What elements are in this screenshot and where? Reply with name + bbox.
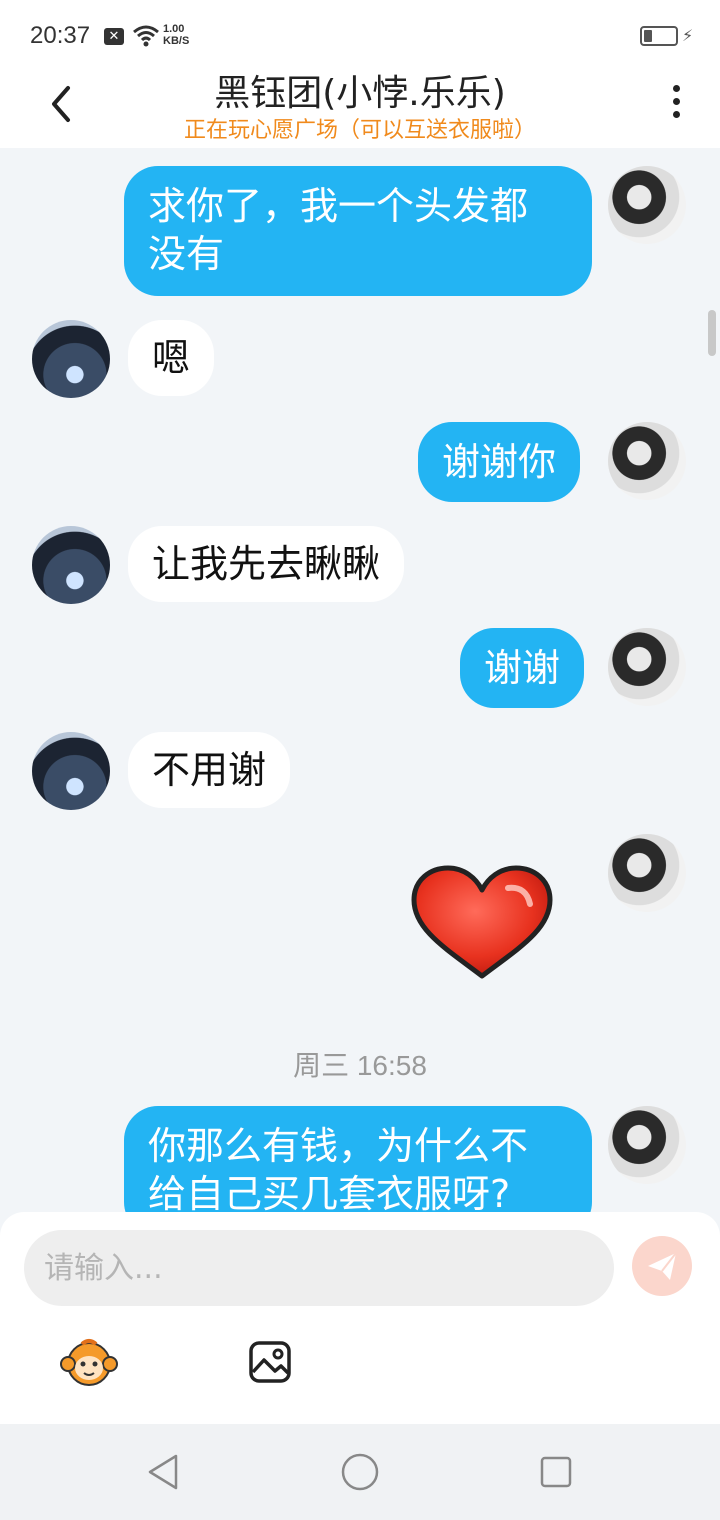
time-divider: 周三 16:58: [293, 1050, 427, 1081]
network-speed-unit: KB/S: [163, 35, 190, 47]
message-bubble[interactable]: 你那么有钱，为什么不 给自己买几套衣服呀?: [124, 1106, 592, 1214]
network-speed-value: 1.00: [163, 23, 185, 35]
message-text-line: 没有: [148, 232, 225, 276]
message-text-line: 给自己买几套衣服呀?: [148, 1172, 511, 1214]
message-bubble[interactable]: 嗯: [128, 320, 215, 396]
x-box-icon: ✕: [104, 28, 124, 45]
contact-avatar[interactable]: [32, 732, 110, 810]
self-avatar[interactable]: [608, 1106, 686, 1184]
nav-recents-icon[interactable]: [534, 1450, 578, 1494]
more-dot-icon: [672, 98, 680, 105]
more-dot-icon: [672, 85, 680, 92]
message-text: 嗯: [152, 336, 191, 380]
chat-title: 黑钰团(小悖.乐乐): [214, 73, 506, 114]
heart-sticker-icon[interactable]: [408, 864, 556, 982]
battery-icon: [640, 26, 678, 46]
system-nav-bar: [0, 1424, 720, 1520]
message-list[interactable]: 求你了，我一个头发都 没有 嗯 谢谢你 让我先去瞅瞅 谢谢 不用谢 周三 16:…: [0, 148, 720, 1214]
message-bubble[interactable]: 不用谢: [128, 732, 291, 808]
self-avatar[interactable]: [608, 166, 686, 244]
message-bubble[interactable]: 让我先去瞅瞅: [128, 526, 405, 602]
chat-subtitle[interactable]: 正在玩心愿广场（可以互送衣服啦）: [0, 112, 720, 144]
message-text: 不用谢: [152, 748, 267, 792]
monkey-emoji-icon[interactable]: [60, 1336, 118, 1388]
contact-avatar[interactable]: [32, 526, 110, 604]
self-avatar[interactable]: [608, 628, 686, 706]
status-bar: 20:37 ✕ 1.00 KB/S ⚡: [0, 0, 720, 64]
charging-icon: ⚡: [682, 26, 694, 45]
message-text: 谢谢你: [442, 440, 557, 484]
send-icon: [648, 1252, 677, 1280]
self-avatar[interactable]: [608, 422, 686, 500]
message-input[interactable]: [24, 1230, 614, 1306]
chat-header: 黑钰团(小悖.乐乐) 正在玩心愿广场（可以互送衣服啦）: [0, 64, 720, 148]
more-dot-icon: [672, 111, 680, 118]
self-avatar[interactable]: [608, 834, 686, 912]
message-text-line: 你那么有钱，为什么不: [148, 1124, 529, 1168]
message-text: 谢谢: [484, 646, 561, 690]
message-text-line: 求你了，我一个头发都: [148, 184, 529, 228]
network-speed: 1.00 KB/S: [163, 23, 189, 47]
message-bubble[interactable]: 谢谢你: [418, 422, 581, 502]
message-bubble[interactable]: 求你了，我一个头发都 没有: [124, 166, 592, 296]
status-time: 20:37: [30, 22, 91, 49]
nav-home-icon[interactable]: [338, 1450, 382, 1494]
nav-back-icon[interactable]: [142, 1450, 186, 1494]
send-button[interactable]: [632, 1236, 692, 1296]
wifi-icon: [133, 25, 159, 47]
message-composer: [0, 1212, 720, 1424]
image-icon[interactable]: [248, 1340, 292, 1384]
message-bubble[interactable]: 谢谢: [460, 628, 585, 708]
contact-avatar[interactable]: [32, 320, 110, 398]
message-text: 让我先去瞅瞅: [152, 542, 381, 586]
more-options-button[interactable]: [664, 82, 688, 126]
scrollbar[interactable]: [708, 310, 716, 356]
